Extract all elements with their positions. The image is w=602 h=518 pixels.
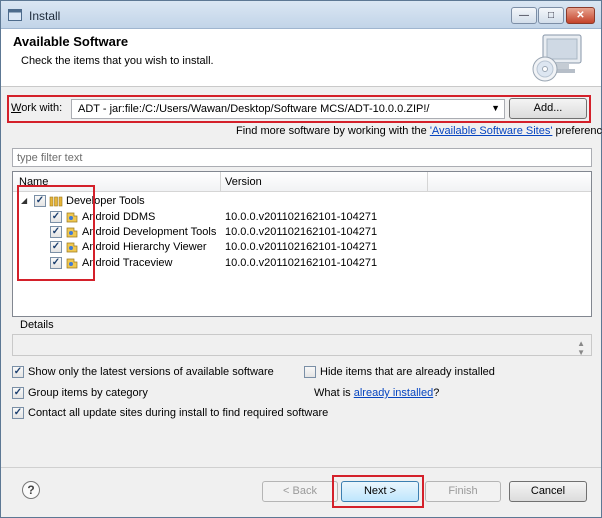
back-button[interactable]: < Back	[262, 481, 338, 502]
tree-row[interactable]: ✓ Android Development Tools 10.0.0.v2011…	[13, 224, 583, 240]
what-is-installed-text: What is already installed?	[314, 387, 440, 399]
details-area: ▲ ▼	[12, 334, 592, 357]
already-installed-link[interactable]: already installed	[354, 387, 434, 399]
contact-sites-label: Contact all update sites during install …	[28, 407, 329, 419]
hide-installed-checkbox[interactable]	[304, 366, 316, 378]
show-latest-checkbox[interactable]: ✓	[12, 366, 24, 378]
scroll-arrow-icon[interactable]: ▲ ▼	[577, 339, 585, 357]
minimize-button[interactable]: —	[511, 7, 537, 24]
tree-row[interactable]: ✓ Android Hierarchy Viewer 10.0.0.v20110…	[13, 239, 583, 255]
finish-button[interactable]: Finish	[425, 481, 501, 502]
install-dialog: Install — □ ✕ Available Software Check t…	[0, 0, 602, 518]
page-title: Available Software	[13, 34, 129, 49]
install-window-icon	[8, 9, 22, 21]
details-label: Details	[20, 319, 54, 331]
footer-divider	[1, 467, 601, 468]
tree-row[interactable]: ✓ Android DDMS 10.0.0.v201102162101-1042…	[13, 209, 583, 225]
window-title: Install	[29, 9, 61, 23]
cd-computer-icon	[532, 34, 582, 82]
title-bar: Install — □ ✕	[1, 1, 601, 29]
group-by-category-label: Group items by category	[28, 387, 148, 399]
item-version: 10.0.0.v201102162101-104271	[225, 241, 378, 253]
hide-installed-label: Hide items that are already installed	[320, 366, 495, 378]
software-tree[interactable]: Name Version ◢ ✓ Developer Tools ✓ Andro…	[12, 171, 592, 317]
wizard-header: Available Software Check the items that …	[1, 29, 601, 87]
close-button[interactable]: ✕	[566, 7, 595, 24]
tree-column-header: Name Version	[13, 172, 591, 192]
cancel-button[interactable]: Cancel	[509, 481, 587, 502]
maximize-button[interactable]: □	[538, 7, 564, 24]
available-software-sites-link[interactable]: 'Available Software Sites'	[430, 125, 553, 137]
item-version: 10.0.0.v201102162101-104271	[225, 211, 378, 223]
find-more-text: Find more software by working with the '…	[236, 125, 602, 137]
item-version: 10.0.0.v201102162101-104271	[225, 257, 378, 269]
tree-row[interactable]: ✓ Android Traceview 10.0.0.v201102162101…	[13, 255, 583, 271]
next-button-highlight	[332, 475, 424, 508]
filter-input[interactable]: type filter text	[12, 148, 592, 167]
show-latest-label: Show only the latest versions of availab…	[28, 366, 274, 378]
tree-group-row[interactable]: ◢ ✓ Developer Tools	[13, 193, 583, 209]
item-label: Android Development Tools	[82, 226, 217, 238]
help-icon[interactable]: ?	[22, 481, 40, 499]
item-version: 10.0.0.v201102162101-104271	[225, 226, 378, 238]
page-description: Check the items that you wish to install…	[21, 55, 214, 67]
contact-sites-checkbox[interactable]: ✓	[12, 407, 24, 419]
filter-placeholder: type filter text	[17, 152, 83, 164]
item-label: Android Hierarchy Viewer	[82, 241, 207, 253]
group-by-category-checkbox[interactable]: ✓	[12, 387, 24, 399]
work-with-highlight	[7, 95, 591, 123]
column-version[interactable]: Version	[225, 176, 262, 188]
item-label: Android Traceview	[82, 257, 173, 269]
checkbox-highlight	[17, 185, 95, 281]
